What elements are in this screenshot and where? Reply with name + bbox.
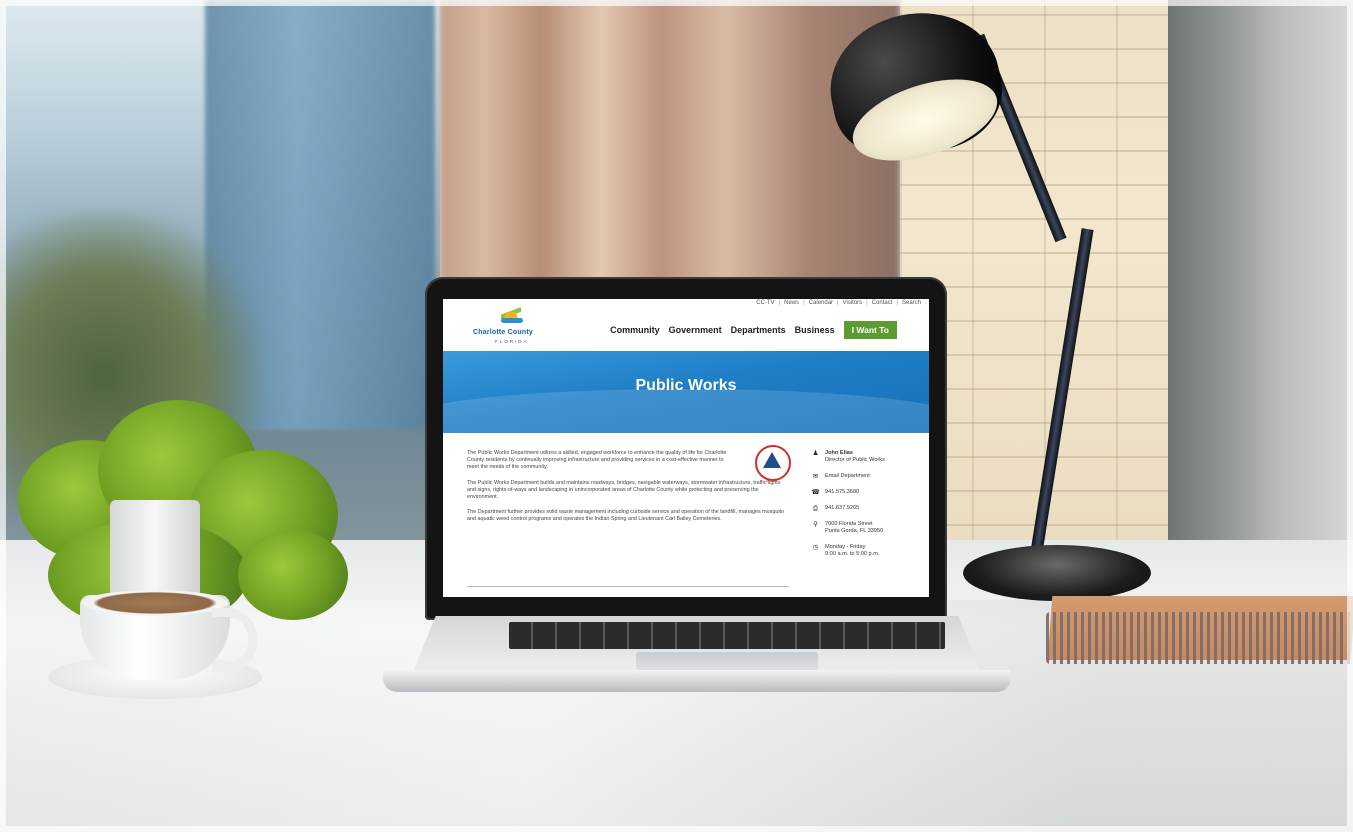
phone-number[interactable]: 941.575.3600 <box>825 489 859 495</box>
content-divider <box>467 586 789 587</box>
laptop-screen-webpage: CC-TV | News | Calendar | Visitors | Contact… <box>443 299 929 597</box>
lamp-base <box>963 545 1151 601</box>
contact-phone[interactable]: ☎ 941.575.3600 <box>811 489 921 496</box>
contact-sidebar: ♟ John Elias Director of Public Works ✉ … <box>811 450 921 567</box>
nav-community[interactable]: Community <box>610 325 660 335</box>
county-logo[interactable]: Charlotte County FLORIDA <box>473 303 553 347</box>
badge-caption: APWA <box>765 479 777 483</box>
hero-banner: Public Works <box>443 351 929 449</box>
address-line-2: Punta Gorda, FL 33950 <box>825 528 884 534</box>
laptop-front-edge <box>383 670 1011 692</box>
apwa-accreditation-badge: APWA <box>753 445 791 483</box>
logo-name: Charlotte County <box>473 329 533 336</box>
clock-icon: ◷ <box>812 544 819 551</box>
util-link-cctv[interactable]: CC-TV <box>756 300 774 306</box>
coffee-surface <box>82 590 228 616</box>
paragraph: The Department further provides solid wa… <box>467 509 785 523</box>
paragraph: The Public Works Department utilizes a s… <box>467 450 727 471</box>
email-link[interactable]: Email Department <box>825 473 870 479</box>
util-link-news[interactable]: News <box>784 300 799 306</box>
notebook-spiral <box>1046 612 1353 664</box>
contact-person: ♟ John Elias Director of Public Works <box>811 450 921 464</box>
util-link-visitors[interactable]: Visitors <box>843 300 863 306</box>
window-frame-right <box>1168 0 1353 560</box>
main-nav: Community Government Departments Busines… <box>610 321 897 339</box>
hours-line-1: Monday - Friday <box>825 544 866 550</box>
util-link-search[interactable]: Search <box>902 300 921 306</box>
badge-triangle-icon <box>763 452 781 468</box>
logo-state: FLORIDA <box>495 339 529 344</box>
page-title: Public Works <box>635 377 737 394</box>
contact-fax: ⎙ 941.637.9265 <box>811 505 921 512</box>
hours-line-2: 9:00 a.m. to 5:00 p.m. <box>825 551 880 557</box>
fax-number: 941.637.9265 <box>825 505 860 511</box>
nav-government[interactable]: Government <box>669 325 722 335</box>
util-link-contact[interactable]: Contact <box>872 300 893 306</box>
wave-icon <box>501 318 523 323</box>
util-link-calendar[interactable]: Calendar <box>809 300 833 306</box>
nav-departments[interactable]: Departments <box>731 325 786 335</box>
laptop-base <box>383 616 1011 692</box>
fax-icon: ⎙ <box>812 505 819 512</box>
contact-name: John Elias <box>825 450 853 456</box>
contact-hours: ◷ Monday - Friday 9:00 a.m. to 5:00 p.m. <box>811 544 921 558</box>
paragraph: The Public Works Department builds and m… <box>467 479 781 501</box>
trackpad <box>636 652 818 670</box>
envelope-icon: ✉ <box>812 473 819 480</box>
laptop-deck <box>413 616 981 672</box>
user-icon: ♟ <box>812 450 819 457</box>
desk-scene-photo: CC-TV | News | Calendar | Visitors | Contact… <box>0 0 1353 832</box>
address-line-1: 7000 Florida Street <box>825 521 873 527</box>
department-description: The Public Works Department utilizes a s… <box>467 450 789 532</box>
contact-title: Director of Public Works <box>825 457 885 463</box>
contact-address: ⚲ 7000 Florida Street Punta Gorda, FL 33… <box>811 521 921 535</box>
utility-nav: CC-TV | News | Calendar | Visitors | Contact… <box>756 300 921 306</box>
phone-icon: ☎ <box>811 489 820 496</box>
nav-business[interactable]: Business <box>795 325 835 335</box>
contact-email[interactable]: ✉ Email Department <box>811 473 921 480</box>
keyboard <box>509 622 945 649</box>
i-want-to-button[interactable]: I Want To <box>843 321 897 339</box>
map-pin-icon: ⚲ <box>813 521 818 528</box>
